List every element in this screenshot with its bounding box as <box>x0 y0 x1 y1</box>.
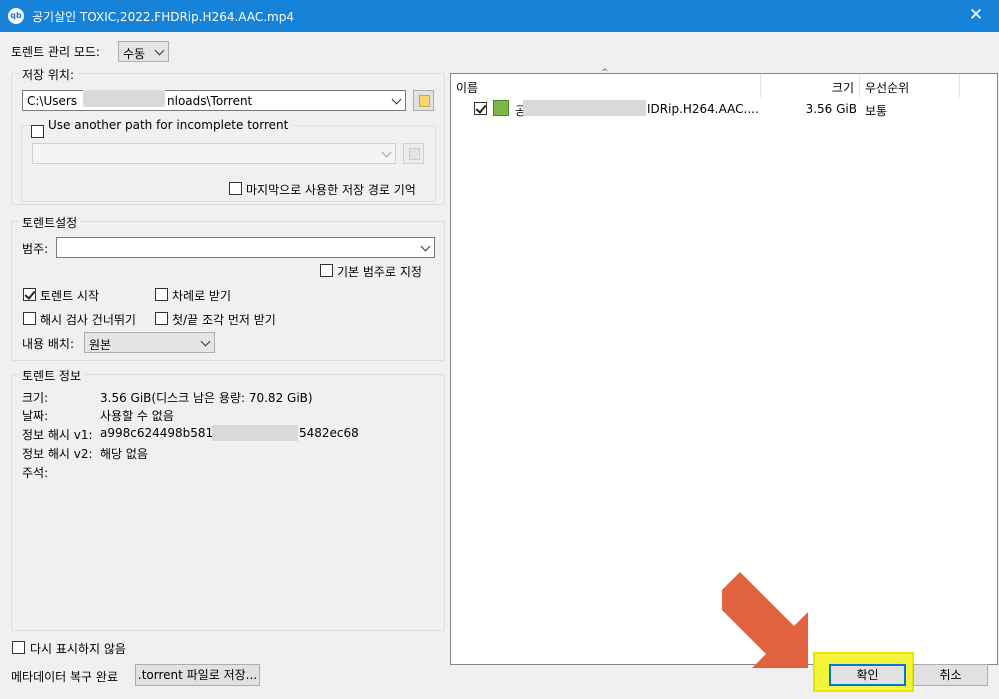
remember-path-label: 마지막으로 사용한 저장 경로 기억 <box>246 183 416 197</box>
save-path-prefix: C:\Users <box>27 94 78 108</box>
file-row[interactable]: 공 IDRip.H264.AAC.... 3.56 GiB 보통 <box>451 99 997 119</box>
info-hash-v1-label: 정보 해시 v1: <box>22 428 93 442</box>
management-mode-select[interactable]: 수동 <box>118 41 169 62</box>
cancel-button[interactable]: 취소 <box>913 664 988 686</box>
chevron-down-icon <box>391 94 402 105</box>
chevron-down-icon <box>420 241 431 252</box>
management-mode-value: 수동 <box>123 47 146 61</box>
add-torrent-dialog: 토렌트 관리 모드: 수동 저장 위치: C:\Users nloads\Tor… <box>0 32 999 699</box>
category-combo[interactable] <box>56 237 435 258</box>
metadata-status-label: 메타데이터 복구 완료 <box>11 670 118 684</box>
column-header-priority[interactable]: 우선순위 <box>860 74 960 98</box>
default-category-checkbox[interactable] <box>320 264 333 277</box>
chevron-down-icon <box>154 45 165 56</box>
content-layout-label: 내용 배치: <box>22 337 75 351</box>
title-bar: qb 공기살인 TOXIC,2022.FHDRip.H264.AAC.mp4 ✕ <box>0 0 999 32</box>
info-size-value: 3.56 GiB(디스크 남은 용량: 70.82 GiB) <box>100 391 313 405</box>
sequential-download-label: 차례로 받기 <box>172 289 232 303</box>
info-date-label: 날짜: <box>22 409 49 423</box>
torrent-info-title: 토렌트 정보 <box>19 367 85 384</box>
content-layout-value: 원본 <box>89 338 112 352</box>
column-header-size-label: 크기 <box>831 81 854 95</box>
qbittorrent-app-icon: qb <box>8 8 24 24</box>
file-size: 3.56 GiB <box>805 102 857 116</box>
file-row-checkbox[interactable] <box>474 102 487 115</box>
management-mode-label: 토렌트 관리 모드: <box>11 45 100 59</box>
browse-incomplete-path-button[interactable] <box>403 143 424 164</box>
incomplete-path-label: Use another path for incomplete torrent <box>45 118 292 132</box>
first-last-pieces-label: 첫/끝 조각 먼저 받기 <box>172 313 276 327</box>
save-path-suffix: nloads\Torrent <box>167 94 253 108</box>
torrent-settings-title: 토렌트설정 <box>19 214 81 231</box>
window-title: 공기살인 TOXIC,2022.FHDRip.H264.AAC.mp4 <box>32 10 294 24</box>
folder-icon <box>419 95 430 107</box>
sequential-download-checkbox[interactable] <box>155 288 168 301</box>
start-torrent-label: 토렌트 시작 <box>40 289 100 303</box>
info-size-label: 크기: <box>22 391 49 405</box>
remember-path-checkbox[interactable] <box>229 182 242 195</box>
info-comment-label: 주석: <box>22 466 49 480</box>
chevron-down-icon <box>200 336 211 347</box>
ok-button[interactable]: 확인 <box>829 664 906 686</box>
dont-show-again-label: 다시 표시하지 않음 <box>30 642 126 656</box>
skip-hash-check-checkbox[interactable] <box>23 312 36 325</box>
chevron-down-icon <box>381 147 392 158</box>
folder-icon <box>409 148 420 160</box>
torrent-info-group: 토렌트 정보 <box>11 367 445 631</box>
column-header-priority-label: 우선순위 <box>865 81 910 95</box>
save-torrent-file-button[interactable]: .torrent 파일로 저장... <box>135 664 260 686</box>
browse-save-path-button[interactable] <box>413 90 434 111</box>
save-location-title: 저장 위치: <box>19 66 78 83</box>
start-torrent-checkbox[interactable] <box>23 288 36 301</box>
first-last-pieces-checkbox[interactable] <box>155 312 168 325</box>
info-date-value: 사용할 수 없음 <box>100 409 174 423</box>
save-path-combo[interactable]: C:\Users nloads\Torrent <box>22 90 406 111</box>
column-header-name-label: 이름 <box>456 81 479 95</box>
redacted-username <box>83 90 165 107</box>
info-hash-v2-label: 정보 해시 v2: <box>22 447 93 461</box>
default-category-label: 기본 범주로 지정 <box>337 265 422 279</box>
skip-hash-check-label: 해시 검사 건너뛰기 <box>40 313 136 327</box>
content-layout-select[interactable]: 원본 <box>84 332 215 353</box>
incomplete-path-checkbox[interactable] <box>31 125 44 138</box>
column-header-size[interactable]: 크기 <box>761 74 860 98</box>
close-icon[interactable]: ✕ <box>953 0 999 32</box>
dont-show-again-checkbox[interactable] <box>12 641 25 654</box>
info-hash-v2-value: 해당 없음 <box>100 447 148 461</box>
redacted-hash <box>212 425 298 441</box>
file-name-suffix: IDRip.H264.AAC.... <box>647 102 759 116</box>
file-icon <box>493 100 509 116</box>
info-hash-v1-suffix: 5482ec68 <box>299 426 359 440</box>
column-header-name[interactable]: 이름 <box>451 74 761 98</box>
red-arrow-annotation <box>722 572 808 668</box>
file-priority: 보통 <box>865 104 888 118</box>
incomplete-path-combo[interactable] <box>32 143 396 164</box>
redacted-file-name <box>523 100 646 116</box>
category-label: 범주: <box>22 242 49 256</box>
